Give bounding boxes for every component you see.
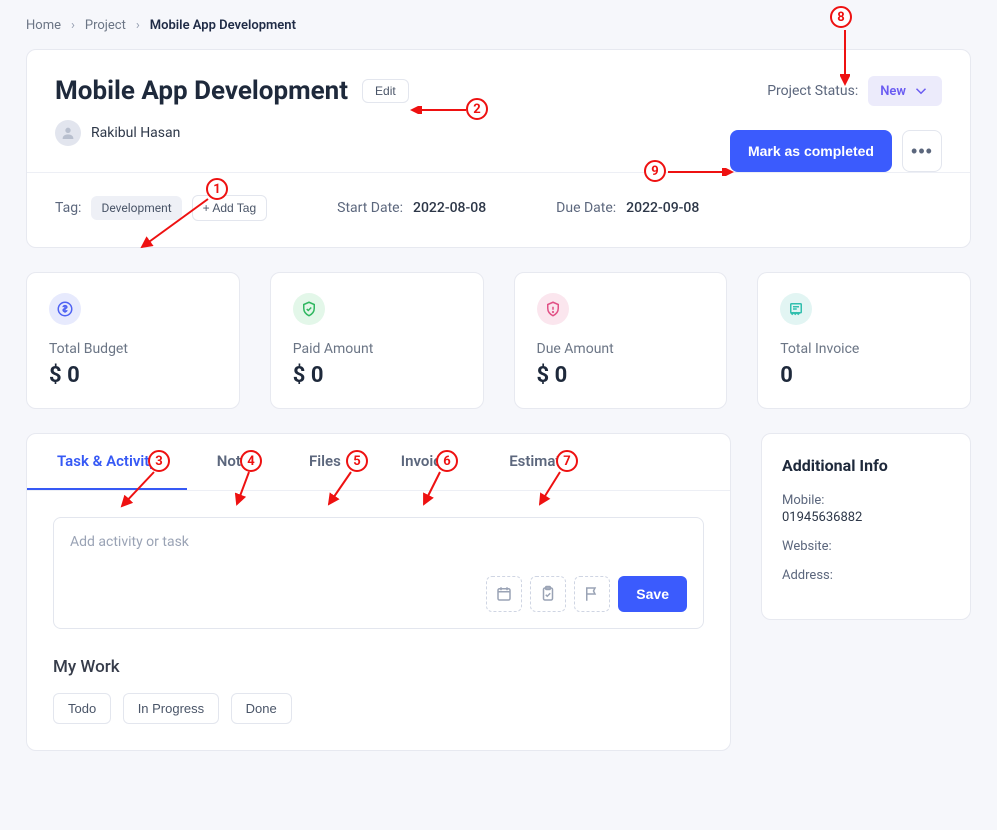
filter-todo[interactable]: Todo — [53, 693, 111, 724]
add-tag-button[interactable]: + Add Tag — [192, 195, 268, 221]
project-header-card: Mobile App Development Edit Project Stat… — [26, 49, 971, 248]
annotation-7: 7 — [556, 450, 578, 472]
project-status-label: Project Status: — [767, 83, 858, 99]
my-work-title: My Work — [53, 657, 704, 677]
author-name: Rakibul Hasan — [91, 125, 180, 141]
avatar — [55, 120, 81, 146]
flag-button[interactable] — [574, 576, 610, 612]
start-date-value: 2022-08-08 — [413, 200, 486, 216]
stat-due-amount: Due Amount $ 0 — [514, 272, 728, 409]
annotation-4: 4 — [240, 450, 262, 472]
ellipsis-icon: ••• — [911, 141, 933, 162]
annotation-1: 1 — [206, 178, 228, 200]
checklist-button[interactable] — [530, 576, 566, 612]
chevron-right-icon: › — [136, 18, 140, 33]
chevron-right-icon: › — [71, 18, 75, 33]
annotation-6: 6 — [436, 450, 458, 472]
calendar-button[interactable] — [486, 576, 522, 612]
breadcrumb-project[interactable]: Project — [85, 18, 126, 33]
dollar-icon — [49, 293, 81, 325]
project-status-dropdown[interactable]: New — [868, 76, 942, 106]
additional-info-title: Additional Info — [782, 456, 950, 475]
stat-invoice-value: 0 — [780, 363, 948, 388]
tab-invoice[interactable]: Invoice — [371, 434, 479, 490]
annotation-8: 8 — [830, 6, 852, 28]
tabs-header: Task & Activity Note Files Invoice Estim… — [27, 434, 730, 491]
mobile-value: 01945636882 — [782, 510, 950, 525]
stat-budget-label: Total Budget — [49, 341, 217, 357]
breadcrumb: Home › Project › Mobile App Development — [26, 18, 971, 33]
due-date-group: Due Date: 2022-09-08 — [556, 200, 699, 216]
due-date-value: 2022-09-08 — [626, 200, 699, 216]
activity-placeholder: Add activity or task — [70, 534, 687, 550]
website-label: Website: — [782, 539, 950, 554]
annotation-3: 3 — [148, 450, 170, 472]
edit-button[interactable]: Edit — [362, 79, 409, 103]
shield-check-icon — [293, 293, 325, 325]
stat-total-invoice: Total Invoice 0 — [757, 272, 971, 409]
mobile-label: Mobile: — [782, 493, 950, 508]
page-title: Mobile App Development — [55, 76, 348, 106]
shield-alert-icon — [537, 293, 569, 325]
tabs-card: Task & Activity Note Files Invoice Estim… — [26, 433, 731, 751]
start-date-group: Start Date: 2022-08-08 — [337, 200, 486, 216]
mywork-filters: Todo In Progress Done — [53, 693, 704, 724]
receipt-icon — [780, 293, 812, 325]
stat-budget-value: $ 0 — [49, 363, 217, 388]
tag-group: Tag: Development + Add Tag — [55, 195, 267, 221]
stat-total-budget: Total Budget $ 0 — [26, 272, 240, 409]
stat-paid-value: $ 0 — [293, 363, 461, 388]
chevron-down-icon — [912, 82, 930, 100]
stat-paid-label: Paid Amount — [293, 341, 461, 357]
flag-icon — [583, 585, 601, 603]
additional-info-card: Additional Info Mobile: 01945636882 Webs… — [761, 433, 971, 620]
annotation-2: 2 — [466, 98, 488, 120]
mark-completed-button[interactable]: Mark as completed — [730, 130, 892, 172]
stat-paid-amount: Paid Amount $ 0 — [270, 272, 484, 409]
calendar-icon — [495, 585, 513, 603]
stat-due-value: $ 0 — [537, 363, 705, 388]
tag-chip-development[interactable]: Development — [91, 196, 181, 220]
save-button[interactable]: Save — [618, 576, 687, 612]
due-date-label: Due Date: — [556, 200, 616, 216]
start-date-label: Start Date: — [337, 200, 403, 216]
breadcrumb-current: Mobile App Development — [150, 18, 296, 33]
project-status-value: New — [880, 84, 906, 99]
activity-input[interactable]: Add activity or task Save — [53, 517, 704, 629]
more-actions-button[interactable]: ••• — [902, 130, 942, 172]
breadcrumb-home[interactable]: Home — [26, 18, 61, 33]
tab-estimate[interactable]: Estimate — [479, 434, 598, 490]
annotation-5: 5 — [346, 450, 368, 472]
clipboard-check-icon — [539, 585, 557, 603]
filter-done[interactable]: Done — [231, 693, 292, 724]
stat-due-label: Due Amount — [537, 341, 705, 357]
stat-invoice-label: Total Invoice — [780, 341, 948, 357]
address-label: Address: — [782, 568, 950, 583]
stats-row: Total Budget $ 0 Paid Amount $ 0 Due Amo… — [26, 272, 971, 409]
filter-in-progress[interactable]: In Progress — [123, 693, 219, 724]
tab-note[interactable]: Note — [187, 434, 279, 490]
tag-label: Tag: — [55, 200, 81, 216]
annotation-9: 9 — [644, 160, 666, 182]
